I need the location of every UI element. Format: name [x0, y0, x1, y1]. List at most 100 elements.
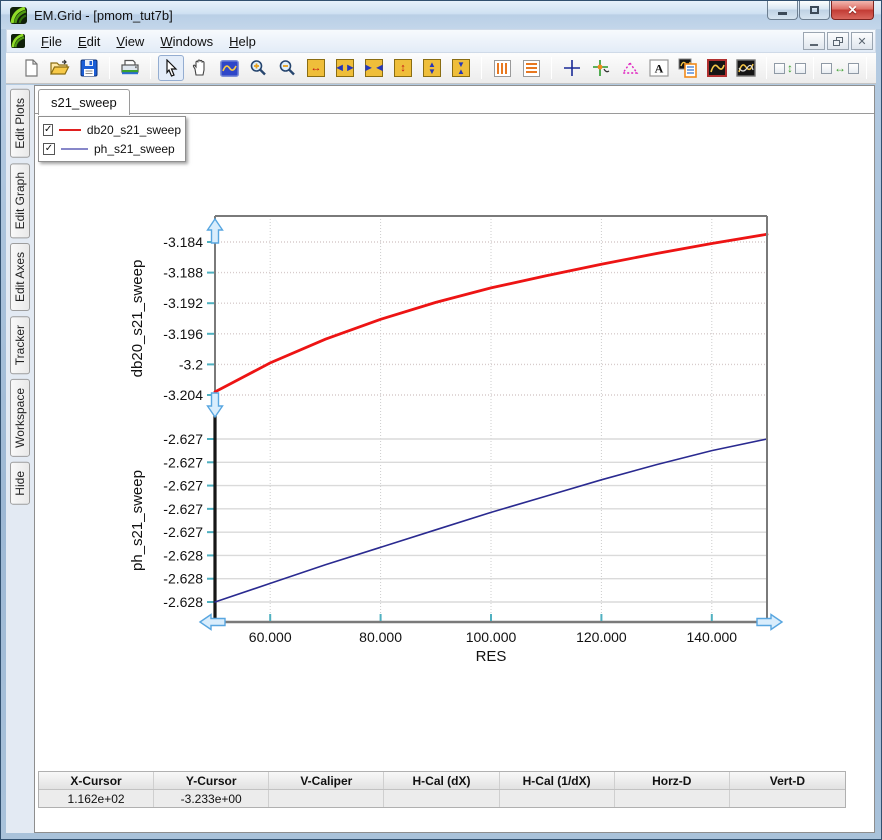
y-tick-label: -3.184: [163, 234, 203, 250]
menubar: File Edit View Windows Help ✕: [6, 29, 876, 53]
y-expand-button[interactable]: ↕: [390, 55, 416, 81]
toolbar-separator: [150, 57, 151, 79]
sidebar-tab-edit-axes[interactable]: Edit Axes: [10, 243, 30, 311]
axis-handle-left[interactable]: [200, 615, 225, 630]
x-compress-icon: ►◄: [365, 59, 383, 77]
cursor-status-table: X-Cursor Y-Cursor V-Caliper H-Cal (dX) H…: [38, 771, 846, 808]
caliper-button[interactable]: [617, 55, 643, 81]
zoom-window-button[interactable]: [216, 55, 242, 81]
print-icon: [120, 59, 140, 77]
x-compress-button[interactable]: ►◄: [361, 55, 387, 81]
vertical-fit-arrow-icon: ↕: [787, 62, 793, 74]
plots-button[interactable]: [733, 55, 759, 81]
svg-text:A: A: [655, 62, 664, 76]
edit-plot-button[interactable]: [704, 55, 730, 81]
open-button[interactable]: [47, 55, 73, 81]
mdi-minimize-button[interactable]: [803, 32, 825, 50]
select-pointer-icon: [163, 59, 179, 77]
toolbar-separator: [551, 57, 552, 79]
mdi-close-button[interactable]: ✕: [851, 32, 873, 50]
caliper-icon: [621, 60, 639, 76]
menu-edit[interactable]: Edit: [70, 31, 108, 52]
x-outward-button[interactable]: ◄►: [332, 55, 358, 81]
pan-hand-icon: [191, 59, 209, 77]
maximize-button[interactable]: [799, 1, 830, 20]
x-expand-button[interactable]: ↔: [303, 55, 329, 81]
checkbox-icon: [795, 63, 806, 74]
horizontal-fit-arrow-icon: ↔: [834, 62, 846, 74]
value-y-cursor: -3.233e+00: [154, 790, 269, 807]
toolbar: ↔ ◄► ►◄ ↕ ▲▼ ▼▲: [6, 53, 876, 84]
text-label-button[interactable]: A: [646, 55, 672, 81]
menu-windows[interactable]: Windows: [152, 31, 221, 52]
axis-handle-down[interactable]: [208, 393, 223, 417]
value-horz-d: [615, 790, 730, 807]
header-h-cal-1dx: H-Cal (1/dX): [500, 772, 615, 789]
menu-file[interactable]: File: [33, 31, 70, 52]
axis-handle-right[interactable]: [757, 615, 782, 630]
mdi-minimize-icon: [810, 44, 818, 46]
legend-label-db20: db20_s21_sweep: [87, 123, 181, 137]
checkbox-icon: [821, 63, 832, 74]
value-vert-d: [730, 790, 845, 807]
tracker-button[interactable]: [588, 55, 614, 81]
pan-button[interactable]: [187, 55, 213, 81]
select-pointer-button[interactable]: [158, 55, 184, 81]
minimize-icon: [778, 12, 787, 15]
document-area: s21_sweep ✓ db20_s21_sweep ✓ ph_s21_swee…: [34, 85, 875, 833]
y-tick-label: -2.627: [163, 524, 203, 540]
y-expand-icon: ↕: [394, 59, 412, 77]
toolbar-separator: [481, 57, 482, 79]
value-v-caliper: [269, 790, 384, 807]
toolbar-separator: [766, 57, 767, 79]
sidebar-tab-workspace[interactable]: Workspace: [10, 379, 30, 457]
y-tick-label: -2.628: [163, 594, 203, 610]
horizontal-gridlines-button[interactable]: [518, 55, 544, 81]
legend-checkbox-db20[interactable]: ✓: [43, 124, 53, 136]
titlebar[interactable]: EM.Grid - [pmom_tut7b] ✕: [1, 1, 881, 29]
sidebar-tab-hide[interactable]: Hide: [10, 462, 30, 505]
fit-horizontal-button[interactable]: ↔: [821, 62, 859, 74]
y-compress-button[interactable]: ▼▲: [448, 55, 474, 81]
plots-icon: [736, 59, 756, 77]
sidebar-tab-tracker[interactable]: Tracker: [10, 316, 30, 374]
sidebar-tab-edit-plots[interactable]: Edit Plots: [10, 89, 30, 158]
sidebar-tab-edit-graph[interactable]: Edit Graph: [10, 163, 30, 238]
menu-view[interactable]: View: [108, 31, 152, 52]
series-ph_s21_sweep: [215, 439, 767, 602]
window-title: EM.Grid - [pmom_tut7b]: [34, 8, 173, 23]
fit-vertical-button[interactable]: ↕: [774, 62, 806, 74]
print-button[interactable]: [117, 55, 143, 81]
mdi-restore-button[interactable]: [827, 32, 849, 50]
axis-handle-up[interactable]: [208, 219, 223, 243]
new-document-button[interactable]: [18, 55, 44, 81]
legend-checkbox-ph[interactable]: ✓: [43, 143, 55, 155]
y-tick-label: -2.627: [163, 454, 203, 470]
menu-help[interactable]: Help: [221, 31, 264, 52]
chart-canvas[interactable]: -3.184-3.188-3.192-3.196-3.2-3.204db20_s…: [35, 86, 875, 833]
save-button[interactable]: [76, 55, 102, 81]
x-tick-label: 100.000: [466, 629, 517, 645]
x-tick-label: 140.000: [686, 629, 737, 645]
legend-line-sample-ph: [61, 148, 88, 150]
header-x-cursor: X-Cursor: [39, 772, 154, 789]
y-outward-button[interactable]: ▲▼: [419, 55, 445, 81]
zoom-in-button[interactable]: [245, 55, 271, 81]
toolbar-separator: [109, 57, 110, 79]
legend-row: ✓ db20_s21_sweep: [43, 120, 181, 139]
new-document-icon: [22, 59, 40, 77]
cursor-cross-button[interactable]: [559, 55, 585, 81]
minimize-button[interactable]: [767, 1, 798, 20]
x-tick-label: 80.000: [359, 629, 402, 645]
mdi-document-icon[interactable]: [11, 34, 25, 48]
legend-label-ph: ph_s21_sweep: [94, 142, 175, 156]
legend-line-sample-db20: [59, 129, 81, 131]
close-button[interactable]: ✕: [831, 1, 874, 20]
plot-legend: ✓ db20_s21_sweep ✓ ph_s21_sweep: [38, 116, 186, 162]
zoom-out-button[interactable]: [274, 55, 300, 81]
legend-button[interactable]: [675, 55, 701, 81]
cursor-cross-icon: [563, 59, 581, 77]
y-axis-title: db20_s21_sweep: [129, 260, 146, 378]
vertical-gridlines-button[interactable]: [489, 55, 515, 81]
y-axis-title: ph_s21_sweep: [129, 470, 146, 571]
